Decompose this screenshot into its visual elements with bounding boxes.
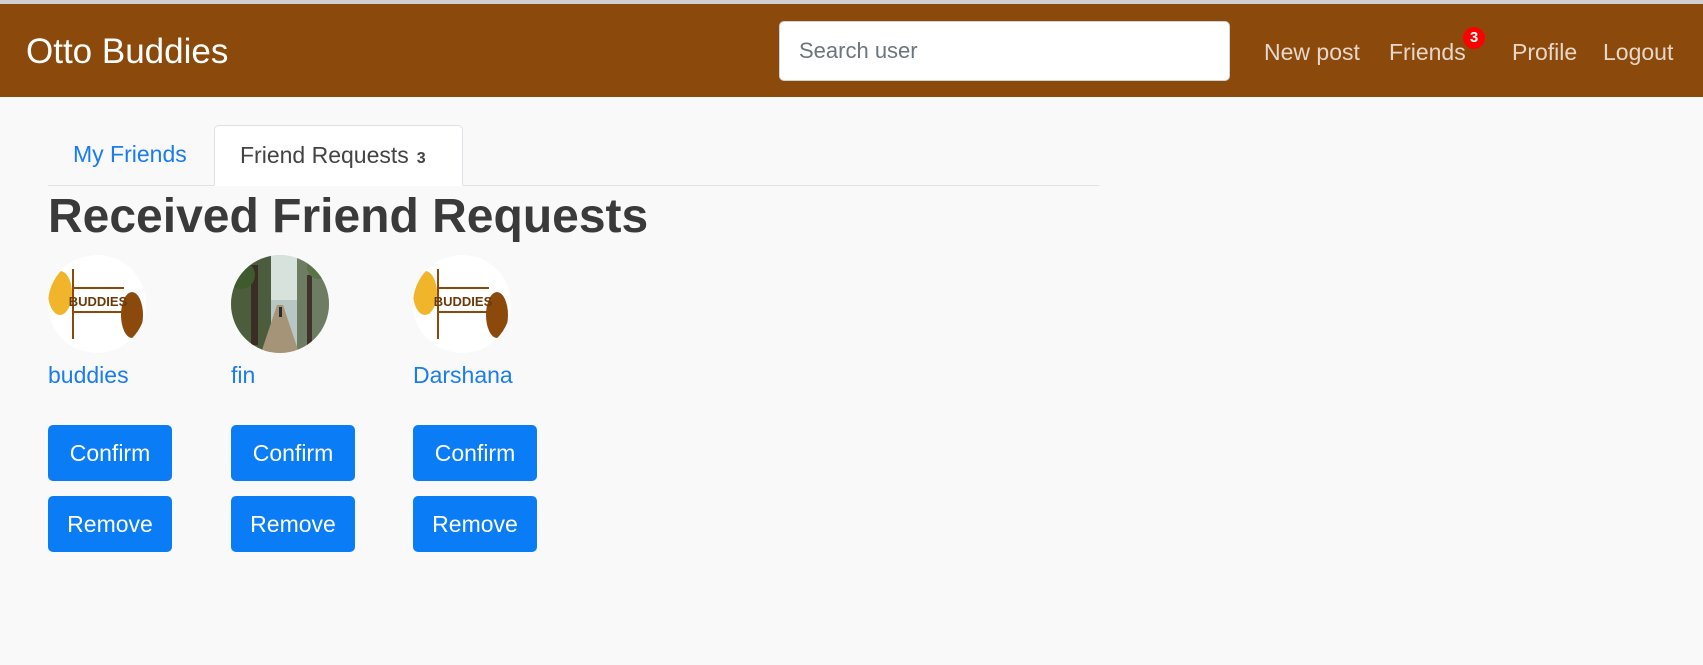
nav-profile[interactable]: Profile xyxy=(1512,39,1577,66)
search-user-input[interactable] xyxy=(779,21,1230,81)
confirm-button[interactable]: Confirm xyxy=(48,425,172,481)
friends-notification-badge: 3 xyxy=(1463,27,1485,49)
brand-title[interactable]: Otto Buddies xyxy=(26,32,228,72)
nav-logout[interactable]: Logout xyxy=(1603,39,1673,66)
remove-button[interactable]: Remove xyxy=(231,496,355,552)
tab-my-friends[interactable]: My Friends xyxy=(48,125,214,186)
confirm-button[interactable]: Confirm xyxy=(231,425,355,481)
tab-my-friends-label: My Friends xyxy=(73,141,187,167)
buddies-logo-icon: BUDDIES xyxy=(48,255,146,353)
request-user-link[interactable]: fin xyxy=(231,362,391,389)
friend-request-card: BUDDIES Darshana Confirm Remove xyxy=(413,255,573,552)
avatar[interactable]: BUDDIES xyxy=(413,255,511,353)
friend-requests-count-badge: 3 xyxy=(416,150,426,167)
friend-request-card: fin Confirm Remove xyxy=(231,255,391,552)
nav-friends[interactable]: Friends xyxy=(1389,39,1466,66)
remove-button[interactable]: Remove xyxy=(413,496,537,552)
avatar[interactable] xyxy=(231,255,329,353)
remove-button[interactable]: Remove xyxy=(48,496,172,552)
page-title: Received Friend Requests xyxy=(48,190,649,243)
navbar: Otto Buddies New post Friends 3 Profile … xyxy=(0,4,1703,97)
request-user-link[interactable]: Darshana xyxy=(413,362,573,389)
street-photo-icon xyxy=(231,255,329,353)
confirm-button[interactable]: Confirm xyxy=(413,425,537,481)
logo-text: BUDDIES xyxy=(434,294,493,309)
buddies-logo-icon: BUDDIES xyxy=(413,255,511,353)
friend-request-card: BUDDIES buddies Confirm Remove xyxy=(48,255,208,552)
tab-friend-requests-label: Friend Requests xyxy=(240,142,409,168)
tab-friend-requests[interactable]: Friend Requests 3 xyxy=(214,125,463,186)
logo-text: BUDDIES xyxy=(69,294,128,309)
avatar[interactable]: BUDDIES xyxy=(48,255,146,353)
nav-new-post[interactable]: New post xyxy=(1264,39,1360,66)
request-user-link[interactable]: buddies xyxy=(48,362,208,389)
